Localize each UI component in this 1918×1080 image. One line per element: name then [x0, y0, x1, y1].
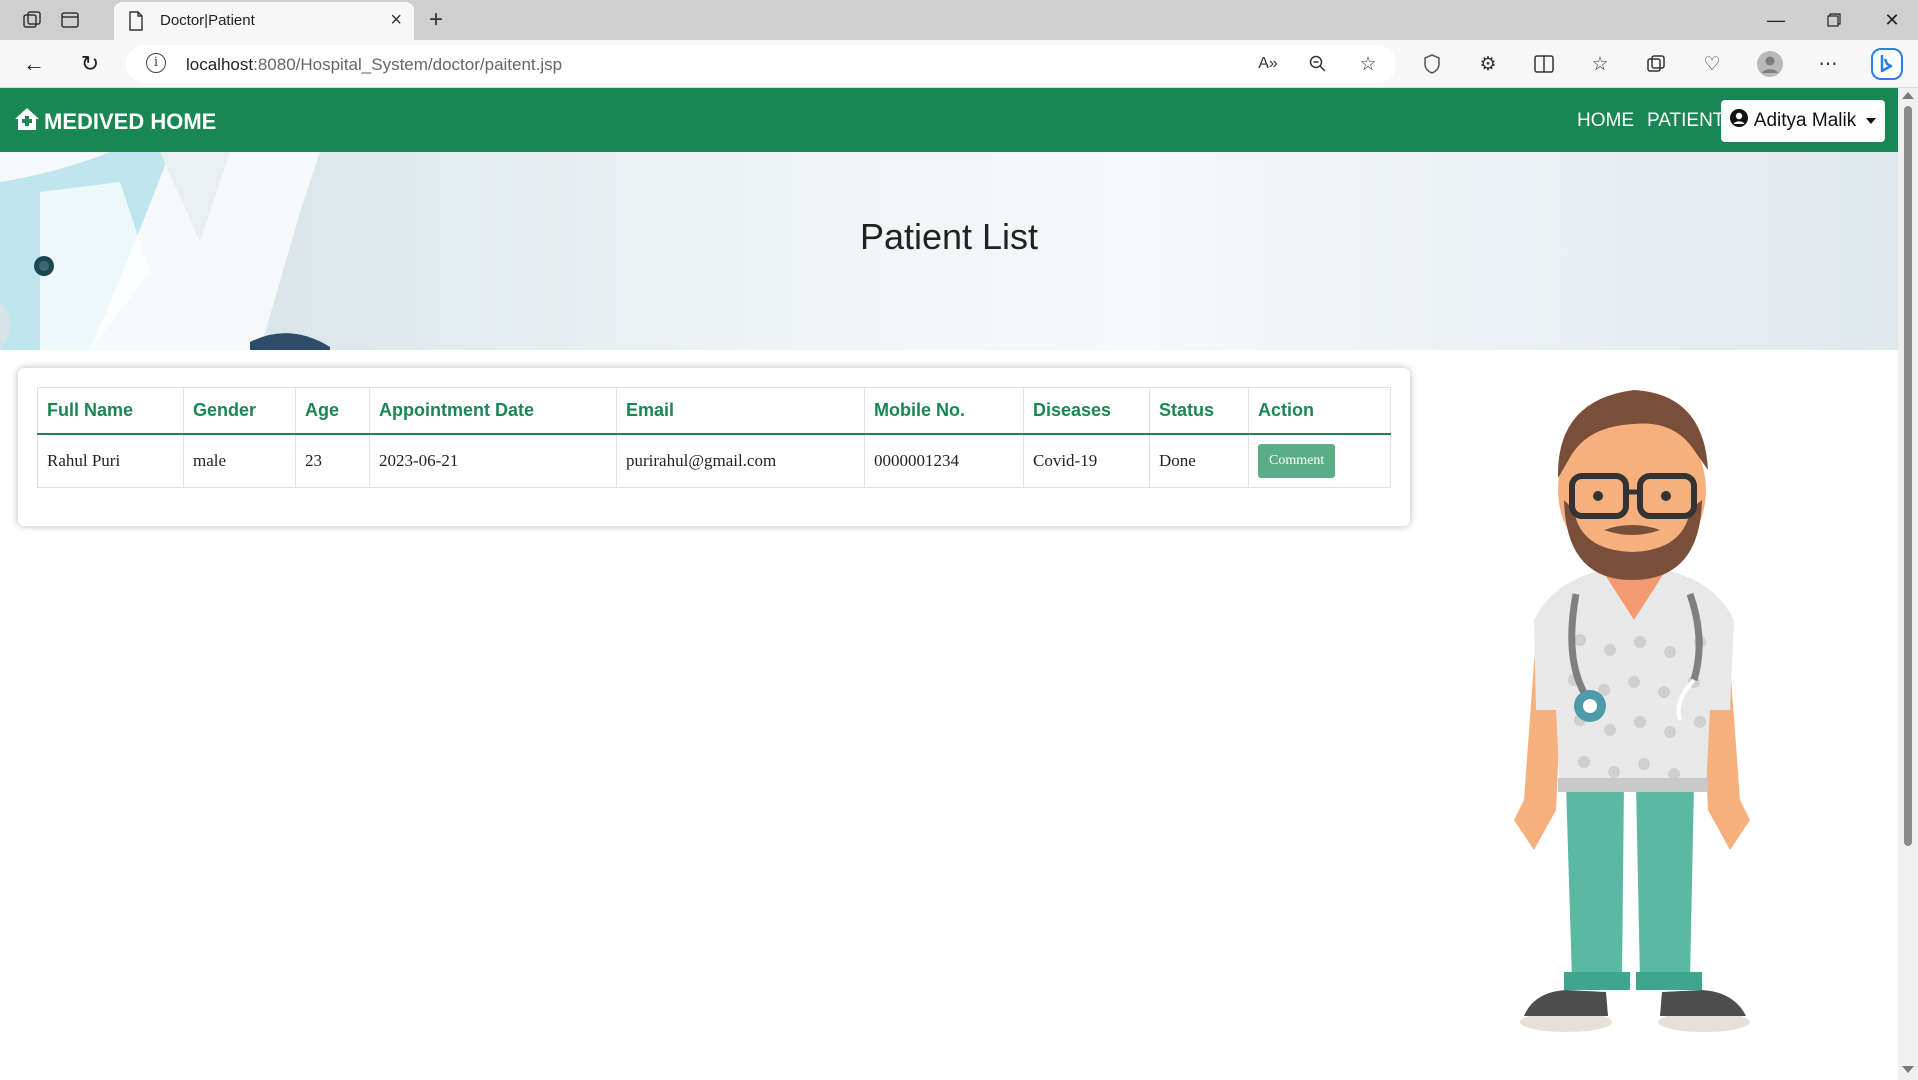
- close-tab-icon[interactable]: ×: [390, 9, 402, 32]
- workspaces-icon[interactable]: [20, 8, 44, 32]
- bing-copilot-icon[interactable]: [1870, 47, 1904, 81]
- favorites-icon[interactable]: ☆: [1586, 50, 1614, 78]
- header-diseases: Diseases: [1023, 387, 1150, 435]
- patient-table: Full Name Gender Age Appointment Date Em…: [37, 387, 1391, 488]
- cell-action: Comment: [1248, 433, 1391, 488]
- page-title: Patient List: [859, 216, 1039, 257]
- url-text[interactable]: localhost:8080/Hospital_System/doctor/pa…: [186, 55, 562, 75]
- cell-age: 23: [295, 433, 370, 488]
- tab-title: Doctor|Patient: [160, 12, 255, 29]
- header-mobile: Mobile No.: [864, 387, 1024, 435]
- patient-table-card: Full Name Gender Age Appointment Date Em…: [18, 368, 1410, 526]
- scroll-down-arrow-icon[interactable]: [1902, 1066, 1914, 1073]
- cell-email: purirahul@gmail.com: [616, 433, 865, 488]
- extensions-icon[interactable]: ⚙: [1474, 50, 1502, 78]
- split-screen-icon[interactable]: [1530, 50, 1558, 78]
- site-navbar: MEDIVED HOME HOME PATIENT Aditya Malik: [0, 88, 1898, 152]
- header-appointment-date: Appointment Date: [369, 387, 617, 435]
- vertical-scrollbar[interactable]: [1898, 88, 1918, 1080]
- profile-icon[interactable]: [1756, 50, 1784, 78]
- cell-mobile: 0000001234: [864, 433, 1024, 488]
- collections-icon[interactable]: [1642, 50, 1670, 78]
- zoom-out-icon[interactable]: [1304, 50, 1332, 78]
- web-page: MEDIVED HOME HOME PATIENT Aditya Malik P…: [0, 88, 1898, 1080]
- hero-banner: Patient List: [0, 152, 1898, 350]
- user-circle-icon: [1729, 109, 1748, 133]
- comment-button[interactable]: Comment: [1258, 443, 1336, 478]
- header-age: Age: [295, 387, 370, 435]
- new-tab-icon[interactable]: +: [424, 6, 448, 33]
- brand-link[interactable]: MEDIVED HOME: [14, 107, 216, 137]
- cell-appointment-date: 2023-06-21: [369, 433, 617, 488]
- browser-tab-bar: Doctor|Patient × + — ✕: [0, 0, 1918, 40]
- brand-text: MEDIVED HOME: [44, 109, 217, 134]
- header-status: Status: [1149, 387, 1249, 435]
- chevron-down-icon: [1866, 118, 1877, 124]
- minimize-icon[interactable]: —: [1756, 6, 1796, 34]
- user-dropdown-button[interactable]: Aditya Malik: [1721, 100, 1885, 142]
- nav-home-link[interactable]: HOME: [1577, 110, 1634, 132]
- hospital-home-icon: [14, 107, 40, 137]
- user-name: Aditya Malik: [1753, 110, 1857, 131]
- read-aloud-icon[interactable]: A»: [1254, 50, 1282, 78]
- header-action: Action: [1248, 387, 1391, 435]
- page-icon: [128, 11, 144, 36]
- tab-actions-icon[interactable]: [58, 8, 82, 32]
- back-icon[interactable]: ←: [20, 50, 48, 78]
- close-window-icon[interactable]: ✕: [1872, 6, 1912, 34]
- site-info-icon[interactable]: i: [146, 53, 166, 73]
- browser-tab-active[interactable]: Doctor|Patient ×: [114, 2, 414, 40]
- scroll-up-arrow-icon[interactable]: [1902, 92, 1914, 99]
- url-field[interactable]: i localhost:8080/Hospital_System/doctor/…: [126, 45, 1396, 83]
- table-row: Rahul Puri male 23 2023-06-21 purirahul@…: [37, 433, 1391, 488]
- cell-diseases: Covid-19: [1023, 433, 1150, 488]
- shield-icon[interactable]: [1418, 50, 1446, 78]
- header-full-name: Full Name: [37, 387, 184, 435]
- doctor-illustration: [1514, 390, 1750, 1032]
- cell-status: Done: [1149, 433, 1249, 488]
- address-bar-row: ← ↻ i localhost:8080/Hospital_System/doc…: [0, 40, 1918, 88]
- nav-patient-link[interactable]: PATIENT: [1647, 110, 1724, 132]
- browser-essentials-icon[interactable]: ♡: [1698, 50, 1726, 78]
- header-gender: Gender: [183, 387, 296, 435]
- scrollbar-thumb[interactable]: [1904, 106, 1912, 846]
- header-email: Email: [616, 387, 865, 435]
- favorite-star-icon[interactable]: ☆: [1354, 50, 1382, 78]
- refresh-icon[interactable]: ↻: [76, 50, 104, 78]
- more-options-icon[interactable]: ⋯: [1814, 50, 1842, 78]
- cell-full-name: Rahul Puri: [37, 433, 184, 488]
- cell-gender: male: [183, 433, 296, 488]
- restore-icon[interactable]: [1814, 6, 1854, 34]
- table-header-row: Full Name Gender Age Appointment Date Em…: [37, 387, 1391, 435]
